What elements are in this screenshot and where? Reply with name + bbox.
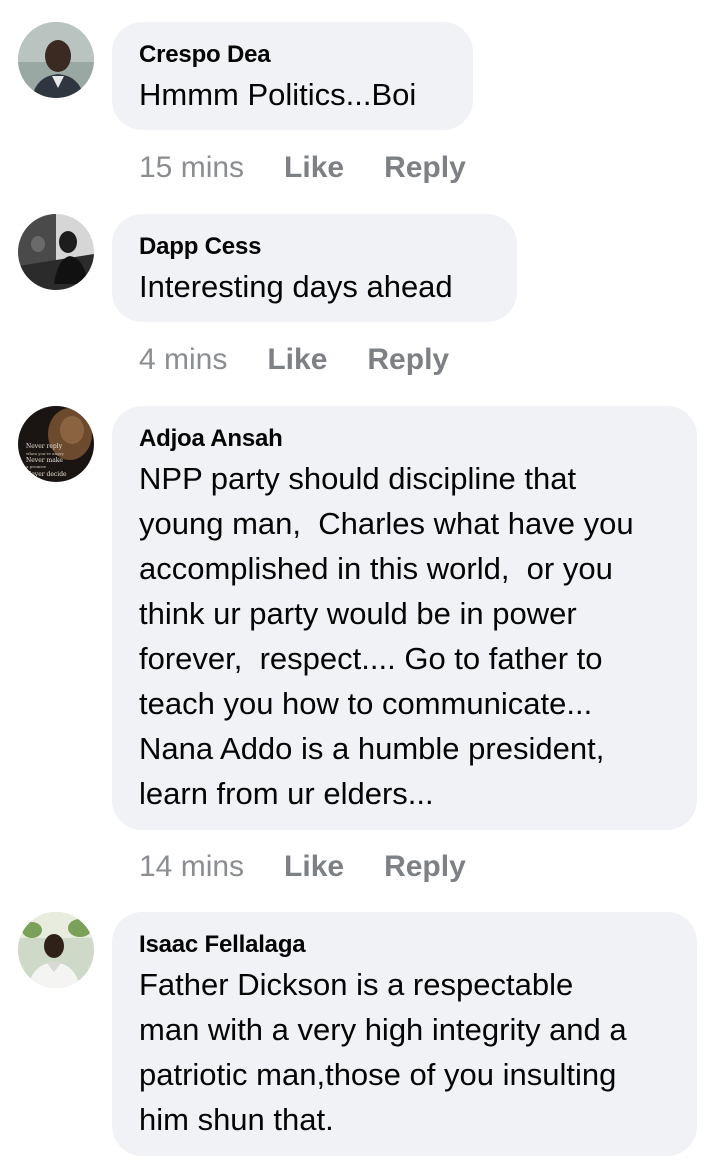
comment-timestamp[interactable]: 4 mins — [139, 343, 227, 377]
like-button[interactable]: Like — [284, 850, 344, 884]
avatar-photo-icon: Never reply when you're angry Never make… — [18, 406, 94, 482]
comment-actions: 4 mins Like Reply — [139, 340, 489, 380]
reply-button[interactable]: Reply — [384, 850, 466, 884]
avatar[interactable] — [18, 22, 94, 98]
avatar-photo-icon — [18, 22, 94, 98]
comment-author[interactable]: Isaac Fellalaga — [139, 930, 670, 960]
reply-button[interactable]: Reply — [367, 343, 449, 377]
comment-text: NPP party should discipline that young m… — [139, 461, 634, 811]
comment-author[interactable]: Dapp Cess — [139, 232, 490, 262]
svg-text:Never decide: Never decide — [26, 471, 67, 478]
svg-text:a promise: a promise — [26, 464, 47, 469]
like-button[interactable]: Like — [267, 343, 327, 377]
avatar[interactable]: Never reply when you're angry Never make… — [18, 406, 94, 482]
comment-actions: 14 mins Like Reply — [139, 847, 506, 887]
avatar-photo-icon — [18, 214, 94, 290]
like-button[interactable]: Like — [284, 151, 344, 185]
comment-actions: 15 mins Like Reply — [139, 148, 506, 188]
avatar-photo-icon — [18, 912, 94, 988]
comment-author[interactable]: Crespo Dea — [139, 40, 446, 70]
comment-text: Interesting days ahead — [139, 269, 453, 304]
svg-text:Never make: Never make — [26, 457, 63, 464]
comment-bubble: Isaac Fellalaga Father Dickson is a resp… — [112, 912, 697, 1156]
comment-text: Hmmm Politics...Boi — [139, 77, 417, 112]
comment-text: Father Dickson is a respectable man with… — [139, 967, 627, 1137]
comment-author[interactable]: Adjoa Ansah — [139, 424, 670, 454]
comment-bubble: Dapp Cess Interesting days ahead — [112, 214, 517, 322]
reply-button[interactable]: Reply — [384, 151, 466, 185]
comment-bubble: Adjoa Ansah NPP party should discipline … — [112, 406, 697, 830]
comment-timestamp[interactable]: 14 mins — [139, 850, 244, 884]
avatar[interactable] — [18, 912, 94, 988]
comment-timestamp[interactable]: 15 mins — [139, 151, 244, 185]
avatar[interactable] — [18, 214, 94, 290]
svg-text:Never reply: Never reply — [26, 443, 63, 450]
comment-bubble: Crespo Dea Hmmm Politics...Boi — [112, 22, 473, 130]
svg-text:when you're angry: when you're angry — [26, 451, 65, 456]
